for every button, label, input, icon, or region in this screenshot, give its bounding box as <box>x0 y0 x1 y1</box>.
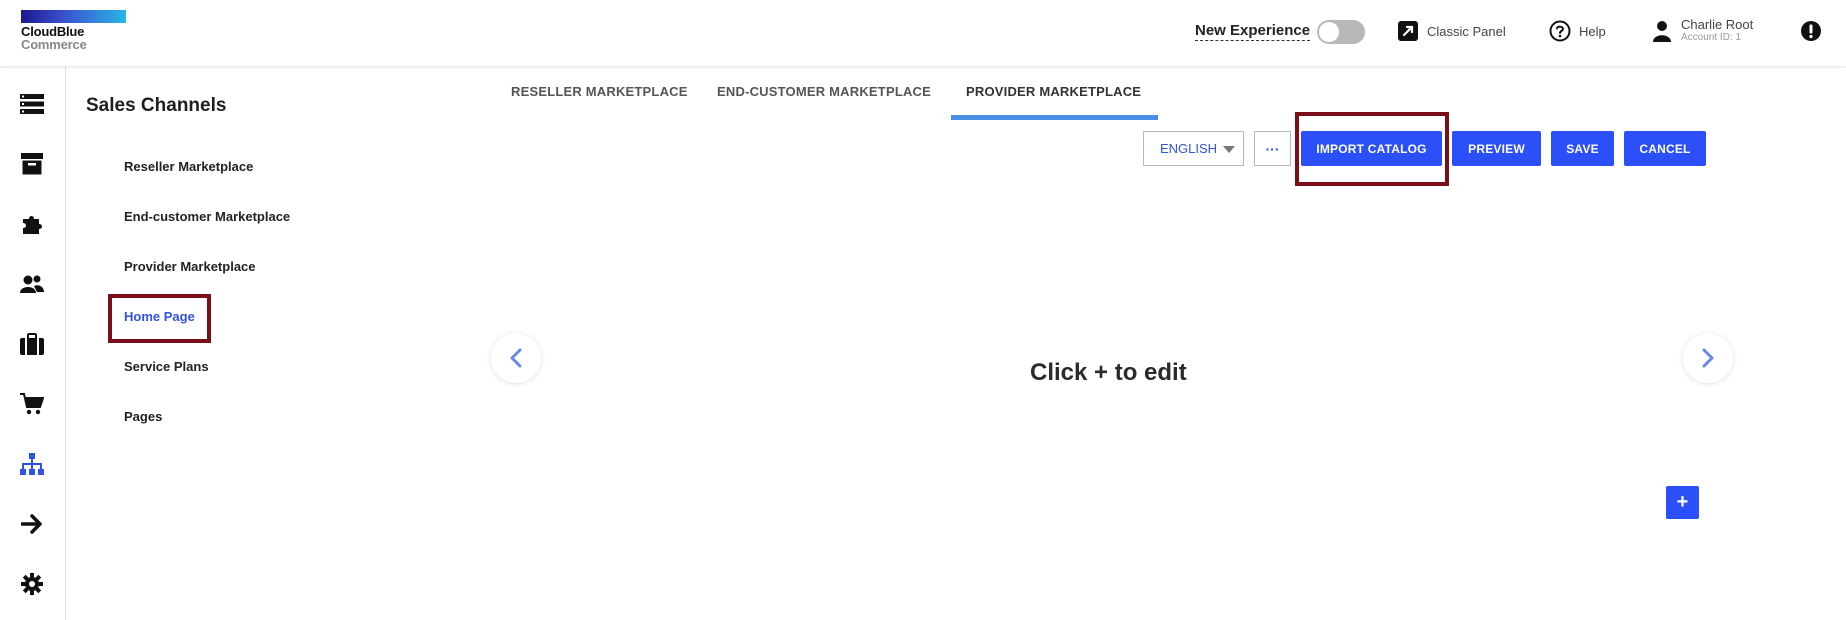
classic-panel-label: Classic Panel <box>1427 23 1506 39</box>
classic-panel-link[interactable]: Classic Panel <box>1397 20 1506 42</box>
external-link-icon <box>1397 20 1419 42</box>
import-catalog-button[interactable]: IMPORT CATALOG <box>1301 131 1442 166</box>
language-value: ENGLISH <box>1160 141 1218 156</box>
sidebar-item-service-plans[interactable]: Service Plans <box>124 359 209 374</box>
user-name: Charlie Root <box>1681 17 1754 32</box>
archive-icon[interactable] <box>18 150 46 178</box>
chevron-right-icon <box>1702 348 1714 368</box>
cloudblue-logo[interactable]: CloudBlue Commerce <box>21 10 126 54</box>
tab-reseller-marketplace[interactable]: RESELLER MARKETPLACE <box>511 84 688 99</box>
dashboard-icon[interactable] <box>18 90 46 118</box>
language-select[interactable]: ENGLISH <box>1143 131 1244 166</box>
sidebar-item-home-page[interactable]: Home Page <box>124 309 195 324</box>
preview-button[interactable]: PREVIEW <box>1452 131 1541 166</box>
sidebar-title: Sales Channels <box>86 95 227 116</box>
tab-end-customer-marketplace[interactable]: END-CUSTOMER MARKETPLACE <box>717 84 931 99</box>
left-nav-rail <box>0 66 66 620</box>
sidebar-item-reseller-marketplace[interactable]: Reseller Marketplace <box>124 159 253 174</box>
new-experience-toggle[interactable] <box>1317 20 1365 44</box>
user-menu[interactable]: Charlie Root Account ID: 1 <box>1651 18 1753 44</box>
edit-placeholder-text: Click + to edit <box>1030 359 1187 386</box>
chevron-left-icon <box>510 348 522 368</box>
logo-text-commerce: Commerce <box>21 37 87 52</box>
chevron-down-icon <box>1223 146 1235 153</box>
add-content-button[interactable]: + <box>1666 486 1699 519</box>
new-experience-label[interactable]: New Experience <box>1195 22 1311 41</box>
sidebar-item-provider-marketplace[interactable]: Provider Marketplace <box>124 259 256 274</box>
notifications-button[interactable] <box>1800 20 1822 42</box>
cancel-button[interactable]: CANCEL <box>1624 131 1706 166</box>
top-header: CloudBlue Commerce New Experience Classi… <box>0 0 1846 66</box>
arrow-right-icon[interactable] <box>18 510 46 538</box>
account-id: Account ID: 1 <box>1681 32 1742 43</box>
gear-icon[interactable] <box>18 570 46 598</box>
active-tab-indicator <box>951 115 1158 120</box>
help-label: Help <box>1579 23 1606 39</box>
help-icon <box>1549 20 1571 42</box>
carousel-next-button[interactable] <box>1683 333 1733 383</box>
puzzle-icon[interactable] <box>18 210 46 238</box>
logo-gradient-bar <box>21 10 126 23</box>
help-link[interactable]: Help <box>1549 20 1606 42</box>
sidebar-item-pages[interactable]: Pages <box>124 409 162 424</box>
sitemap-icon[interactable] <box>18 450 46 478</box>
toggle-knob <box>1319 22 1339 42</box>
carousel-prev-button[interactable] <box>491 333 541 383</box>
cart-icon[interactable] <box>18 390 46 418</box>
save-button[interactable]: SAVE <box>1551 131 1614 166</box>
tab-provider-marketplace[interactable]: PROVIDER MARKETPLACE <box>966 84 1141 99</box>
more-options-button[interactable]: ··· <box>1254 131 1291 166</box>
sidebar-item-end-customer-marketplace[interactable]: End-customer Marketplace <box>124 209 290 224</box>
briefcase-icon[interactable] <box>18 330 46 358</box>
alert-icon <box>1800 20 1822 42</box>
users-icon[interactable] <box>18 270 46 298</box>
user-icon <box>1651 20 1673 42</box>
